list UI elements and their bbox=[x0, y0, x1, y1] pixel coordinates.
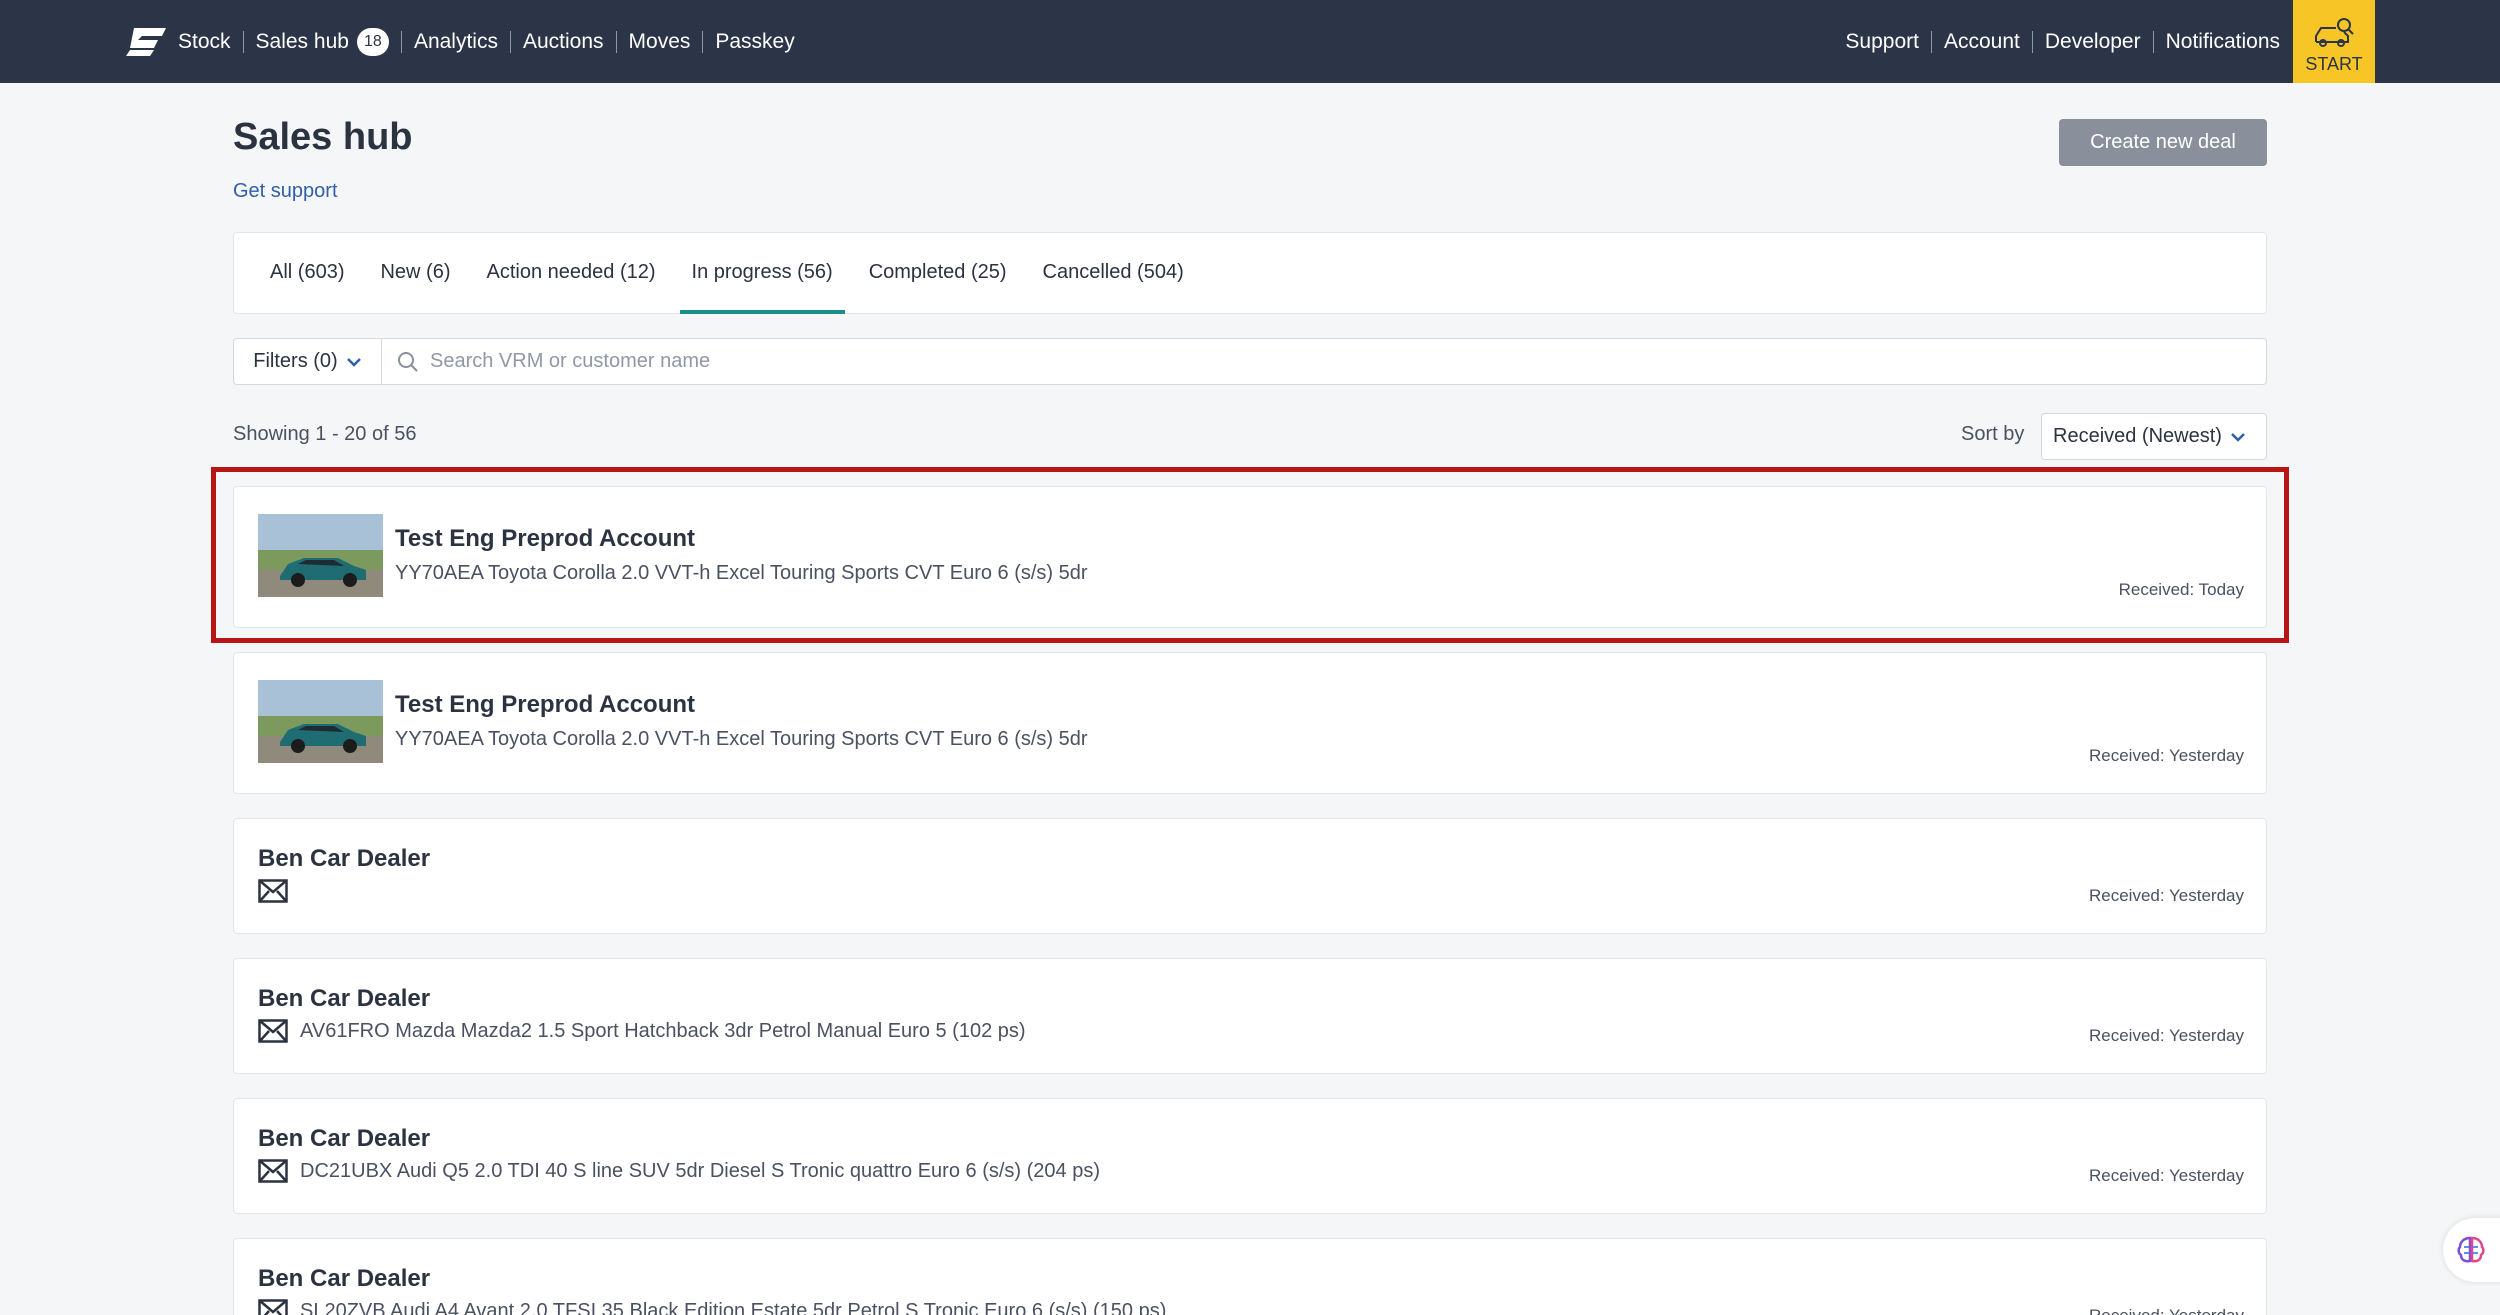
deal-customer-name: Test Eng Preprod Account bbox=[395, 691, 696, 718]
get-support-link[interactable]: Get support bbox=[233, 180, 338, 203]
deal-received-date: Received: Today bbox=[2118, 580, 2244, 599]
deal-received-date: Received: Yesterday bbox=[2089, 1166, 2244, 1185]
nav-sales-hub[interactable]: Sales hub 18 bbox=[255, 27, 389, 56]
nav-divider bbox=[615, 30, 617, 53]
nav-passkey[interactable]: Passkey bbox=[715, 30, 794, 54]
car-photo-icon bbox=[258, 680, 383, 763]
nav-divider bbox=[702, 30, 704, 53]
chevron-down-icon bbox=[2231, 432, 2245, 442]
nav-developer-label: Developer bbox=[2044, 29, 2141, 53]
deal-vehicle-description: AV61FRO Mazda Mazda2 1.5 Sport Hatchback… bbox=[258, 1019, 1026, 1043]
mail-icon bbox=[258, 1019, 288, 1043]
nav-moves-label: Moves bbox=[628, 29, 691, 53]
mail-icon bbox=[258, 1299, 288, 1315]
deal-received-date: Received: Yesterday bbox=[2089, 886, 2244, 905]
deal-vehicle-description bbox=[258, 879, 300, 903]
nav-analytics-label: Analytics bbox=[413, 29, 498, 53]
deal-card[interactable]: Ben Car Dealer SL20ZVB Audi A4 Avant 2.0… bbox=[233, 1238, 2267, 1315]
nav-left: Stock Sales hub 18 Analytics Auctions Mov… bbox=[178, 0, 795, 83]
top-nav: Stock Sales hub 18 Analytics Auctions Mov… bbox=[0, 0, 2500, 83]
vehicle-thumbnail bbox=[258, 680, 383, 763]
nav-developer[interactable]: Developer bbox=[2045, 30, 2141, 54]
results-count: Showing 1 - 20 of 56 bbox=[233, 423, 417, 445]
status-tabs: All (603) New (6) Action needed (12) In … bbox=[233, 232, 2267, 314]
tab-in-progress[interactable]: In progress (56) bbox=[679, 231, 845, 314]
nav-sales-hub-label: Sales hub bbox=[255, 29, 349, 53]
deal-card[interactable]: Ben Car Dealer DC21UBX Audi Q5 2.0 TDI 4… bbox=[233, 1098, 2267, 1214]
vehicle-description-text: DC21UBX Audi Q5 2.0 TDI 40 S line SUV 5d… bbox=[300, 1159, 1100, 1182]
deal-card[interactable]: Ben Car Dealer AV61FRO Mazda Mazda2 1.5 … bbox=[233, 958, 2267, 1074]
nav-analytics[interactable]: Analytics bbox=[414, 30, 498, 54]
nav-notifications-label: Notifications bbox=[2165, 29, 2280, 53]
sort-select[interactable]: Received (Newest) bbox=[2041, 413, 2267, 460]
search-icon bbox=[398, 351, 418, 372]
nav-divider bbox=[2031, 30, 2033, 53]
nav-divider bbox=[509, 30, 511, 53]
deal-received-date: Received: Yesterday bbox=[2089, 746, 2244, 765]
deal-customer-name: Ben Car Dealer bbox=[258, 1125, 431, 1152]
nav-divider bbox=[1930, 30, 1932, 53]
deal-vehicle-description: YY70AEA Toyota Corolla 2.0 VVT-h Excel T… bbox=[395, 728, 1088, 751]
tab-action-needed[interactable]: Action needed (12) bbox=[475, 231, 668, 313]
mail-icon bbox=[258, 879, 288, 903]
deal-vehicle-description: SL20ZVB Audi A4 Avant 2.0 TFSI 35 Black … bbox=[258, 1299, 1166, 1315]
car-photo-icon bbox=[258, 514, 383, 597]
vehicle-thumbnail bbox=[258, 514, 383, 597]
nav-divider bbox=[242, 30, 244, 53]
nav-divider bbox=[400, 30, 402, 53]
mail-icon bbox=[258, 1159, 288, 1183]
nav-moves[interactable]: Moves bbox=[629, 30, 691, 54]
vehicle-description-text: SL20ZVB Audi A4 Avant 2.0 TFSI 35 Black … bbox=[300, 1299, 1167, 1315]
nav-divider bbox=[2152, 30, 2154, 53]
nav-support-label: Support bbox=[1845, 29, 1919, 53]
deal-customer-name: Test Eng Preprod Account bbox=[395, 525, 696, 552]
nav-auctions[interactable]: Auctions bbox=[523, 30, 604, 54]
tab-new[interactable]: New (6) bbox=[368, 231, 462, 313]
page-title: Sales hub bbox=[233, 116, 413, 158]
tab-completed[interactable]: Completed (25) bbox=[857, 231, 1019, 313]
filters-button[interactable]: Filters (0) bbox=[233, 338, 382, 385]
sort-label: Sort by bbox=[1961, 423, 2025, 445]
deal-card[interactable]: Test Eng Preprod Account YY70AEA Toyota … bbox=[233, 652, 2267, 794]
tab-cancelled[interactable]: Cancelled (504) bbox=[1031, 231, 1196, 313]
nav-right: Support Account Developer Notifications bbox=[1845, 0, 2280, 83]
nav-account[interactable]: Account bbox=[1944, 30, 2020, 54]
car-search-icon bbox=[2315, 18, 2354, 47]
create-new-deal-button[interactable]: Create new deal bbox=[2059, 119, 2267, 166]
search-input[interactable] bbox=[430, 350, 2230, 373]
tab-all[interactable]: All (603) bbox=[258, 231, 356, 313]
deal-card[interactable]: Test Eng Preprod Account YY70AEA Toyota … bbox=[233, 486, 2267, 628]
assistant-launcher[interactable] bbox=[2443, 1218, 2500, 1282]
nav-account-label: Account bbox=[1943, 29, 2020, 53]
start-button[interactable]: START bbox=[2293, 0, 2375, 83]
sort-value: Received (Newest) bbox=[2053, 425, 2222, 447]
vehicle-description-text: YY70AEA Toyota Corolla 2.0 VVT-h Excel T… bbox=[395, 728, 1088, 750]
nav-passkey-label: Passkey bbox=[715, 29, 795, 53]
filters-label: Filters (0) bbox=[253, 350, 338, 372]
nav-notifications[interactable]: Notifications bbox=[2166, 30, 2280, 54]
logo-icon[interactable] bbox=[124, 26, 168, 58]
brain-icon bbox=[2457, 1236, 2485, 1263]
nav-support[interactable]: Support bbox=[1845, 30, 1919, 54]
deal-customer-name: Ben Car Dealer bbox=[258, 845, 431, 872]
sales-hub-count-badge: 18 bbox=[356, 27, 389, 56]
chevron-down-icon bbox=[346, 357, 361, 367]
nav-stock[interactable]: Stock bbox=[178, 30, 231, 54]
search-bar bbox=[382, 338, 2267, 385]
nav-auctions-label: Auctions bbox=[522, 29, 604, 53]
deal-vehicle-description: YY70AEA Toyota Corolla 2.0 VVT-h Excel T… bbox=[395, 562, 1088, 585]
deal-customer-name: Ben Car Dealer bbox=[258, 1265, 431, 1292]
deal-vehicle-description: DC21UBX Audi Q5 2.0 TDI 40 S line SUV 5d… bbox=[258, 1159, 1100, 1183]
deal-card[interactable]: Ben Car Dealer Received: Yesterday bbox=[233, 818, 2267, 934]
deal-customer-name: Ben Car Dealer bbox=[258, 985, 431, 1012]
nav-stock-label: Stock bbox=[178, 29, 231, 53]
deal-received-date: Received: Yesterday bbox=[2089, 1306, 2244, 1315]
vehicle-description-text: AV61FRO Mazda Mazda2 1.5 Sport Hatchback… bbox=[300, 1019, 1026, 1042]
deal-received-date: Received: Yesterday bbox=[2089, 1026, 2244, 1045]
start-label: START bbox=[2305, 54, 2363, 74]
vehicle-description-text: YY70AEA Toyota Corolla 2.0 VVT-h Excel T… bbox=[395, 562, 1088, 584]
